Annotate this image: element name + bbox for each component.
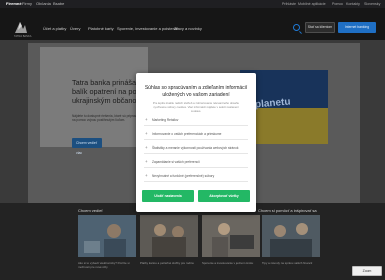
bank-logo-icon[interactable] [14, 20, 28, 34]
consent-option[interactable]: + Informovanie o vašich preferenciách a … [144, 128, 248, 140]
dialog-description: Pre lepšiu kvalitu našich služieb a zobr… [152, 101, 240, 113]
hero-text: Nájdete tu dostupné riešenia, ktoré sú p… [72, 114, 142, 123]
card-caption: Ako si to vybaviť elektronicky? Pozrite … [78, 261, 130, 269]
consent-option[interactable]: + Nevyhnutné a funkčné (preferenčné) súb… [144, 170, 248, 182]
nav-loans[interactable]: Úvery [70, 26, 80, 31]
photo-person-icon [78, 215, 136, 257]
internet-banking-button[interactable]: Internet banking [338, 22, 376, 33]
consent-option[interactable]: + Zapamätanie si vašich preferencií [144, 156, 248, 168]
link-mobile-apps[interactable]: Mobilné aplikácie [298, 1, 326, 7]
plus-icon: + [145, 117, 148, 122]
nav-savings[interactable]: Sporenie, investovanie a poistenie [117, 26, 178, 31]
segment-firmy[interactable]: Firmy [22, 1, 32, 7]
photo-people-icon [262, 215, 320, 257]
card-image[interactable] [262, 215, 320, 257]
card-image[interactable] [140, 215, 198, 257]
consent-option[interactable]: + Štatistiky a meranie výkonnosti použív… [144, 142, 248, 154]
segment-firemne[interactable]: Firemné [6, 1, 22, 7]
save-settings-button[interactable]: Uložiť nastavenia [142, 190, 194, 202]
consent-option-label: Informovanie o vašich preferenciách a pr… [152, 132, 222, 136]
consent-option-label: Marketing Retailov [152, 118, 179, 122]
dialog-title: Súhlas so spracúvaním a zdieľaním inform… [144, 85, 248, 98]
card-image[interactable] [202, 215, 260, 257]
zoom-control[interactable]: Zoom [352, 266, 382, 276]
link-language[interactable]: Slovensky [364, 1, 380, 7]
plus-icon: + [145, 131, 148, 136]
consent-option-label: Štatistiky a meranie výkonnosti používan… [152, 146, 239, 150]
top-segment-bar: Firemné Firmy Občania Bsabe Prihláste Mo… [0, 0, 385, 8]
consent-option-label: Zapamätanie si vašich preferencií [152, 160, 200, 164]
plus-icon: + [145, 159, 148, 164]
segment-obcania[interactable]: Občania [36, 1, 51, 7]
hero-more-button[interactable]: Chcem vedieť viac [72, 138, 102, 155]
card-caption: Tipy a návody na správu vašich financií [262, 261, 313, 265]
section-heading-right: Chcem si pomôcť a inšpirovať sa [258, 208, 317, 213]
consent-option-label: Nevyhnutné a funkčné (preferenčné) súbor… [152, 174, 215, 178]
nav-cards[interactable]: Platobné karty [88, 26, 114, 31]
section-heading-left: Chcem vedieť [78, 208, 103, 213]
accept-all-button[interactable]: Akceptovať všetky [198, 190, 250, 202]
logo-text: TATRA BANKA [14, 35, 32, 38]
photo-family-icon [140, 215, 198, 257]
link-contacts[interactable]: Kontakty [346, 1, 360, 7]
photo-laptop-icon [202, 215, 260, 257]
plus-icon: + [145, 145, 148, 150]
link-login[interactable]: Prihláste [282, 1, 296, 7]
card-caption: Platby kartou a peňažné služby pre rodin… [140, 261, 194, 265]
card-image[interactable] [78, 215, 136, 257]
cookie-consent-dialog: Súhlas so spracúvaním a zdieľaním inform… [136, 73, 256, 212]
nav-discounts[interactable]: Zľavy a novinky [174, 26, 202, 31]
main-navbar: TATRA BANKA Účet a platby Úvery Platobné… [0, 8, 385, 40]
consent-option[interactable]: + Marketing Retailov [144, 114, 248, 126]
segment-bsabe[interactable]: Bsabe [53, 1, 64, 7]
nav-accounts[interactable]: Účet a platby [43, 26, 66, 31]
link-help[interactable]: Pomoc [332, 1, 343, 7]
search-icon[interactable] [293, 24, 300, 31]
browser-page: Firemné Firmy Občania Bsabe Prihláste Mo… [0, 0, 385, 280]
card-caption: Sporenie a investovanie v jednom kroku [202, 261, 254, 265]
become-client-button[interactable]: Stať sa klientom [305, 22, 335, 33]
plus-icon: + [145, 173, 148, 178]
